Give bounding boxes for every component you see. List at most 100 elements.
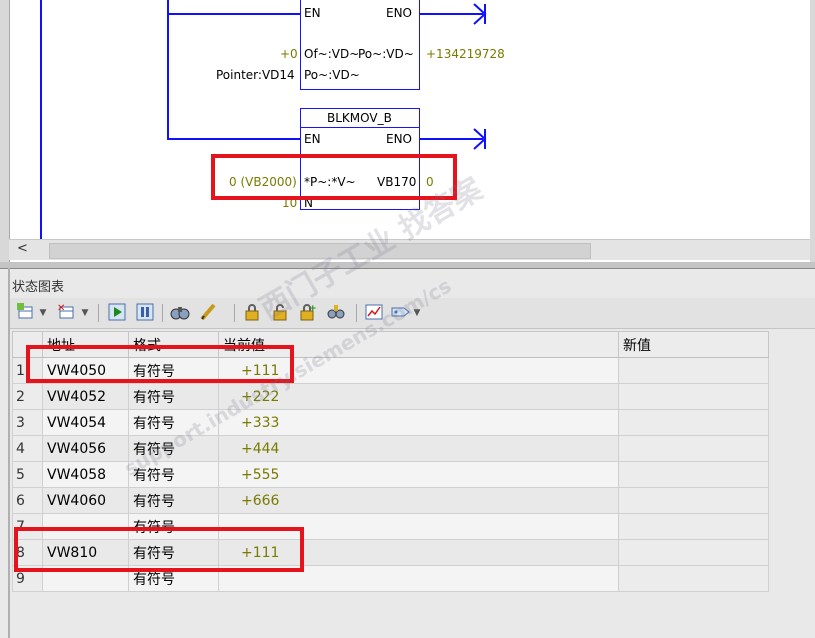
format-cell[interactable]: 有符号 [128,513,219,540]
block1-pin-po2: Po~:VD~ [304,68,360,82]
address-cell[interactable]: VW4056 [42,435,129,462]
row-number: 9 [12,565,43,592]
blkmov-output-label: VB170 [377,175,417,189]
new-value-cell[interactable] [618,565,769,592]
table-row[interactable]: 9 有符号 [12,565,769,592]
address-cell[interactable]: VW4058 [42,461,129,488]
run-icon[interactable] [107,303,127,323]
address-cell[interactable]: VW4060 [42,487,129,514]
current-value-cell [218,513,619,540]
table-header-row: 地址 格式 当前值 新值 [12,331,769,358]
blkmov-n-value: 10 [282,196,298,210]
address-cell[interactable] [42,565,129,592]
current-value-cell: +111 [218,357,619,384]
table-row[interactable]: 3 VW4054 有符号 +333 [12,409,769,436]
new-value-cell[interactable] [618,409,769,436]
format-cell[interactable]: 有符号 [128,383,219,410]
new-value-cell[interactable] [618,487,769,514]
status-chart-toolbar: ▼ ✕ ▼ + ▼ [10,298,815,329]
current-value-cell: +333 [218,409,619,436]
table-row[interactable]: 6 VW4060 有符号 +666 [12,487,769,514]
ladder-horizontal-scrollbar[interactable]: < [9,239,810,260]
current-value-cell: +222 [218,383,619,410]
blkmov-output-value: 0 [426,175,434,189]
block1-en-wire [167,13,301,15]
row-number: 4 [12,435,43,462]
row-number: 6 [12,487,43,514]
add-row-icon[interactable] [16,303,36,323]
header-current-value[interactable]: 当前值 [218,331,619,358]
new-value-cell[interactable] [618,383,769,410]
row-number: 1 [12,357,43,384]
format-cell[interactable]: 有符号 [128,409,219,436]
format-cell[interactable]: 有符号 [128,539,219,566]
unforce-all-icon[interactable] [326,303,346,323]
pane-splitter[interactable] [0,262,815,269]
add-row-dropdown-icon[interactable]: ▼ [38,303,48,323]
tag-dropdown-icon[interactable]: ▼ [412,303,422,323]
header-format[interactable]: 格式 [128,331,219,358]
block1-pin-po: Po~:VD~ [358,47,414,61]
table-row[interactable]: 7 有符号 [12,513,769,540]
block1-eno-label: ENO [386,6,413,20]
ladder-editor[interactable]: EN ENO +0 Of~:VD~ Po~:VD~ +134219728 Poi… [0,0,815,262]
delete-row-icon[interactable]: ✕ [56,303,76,323]
toolbar-separator [162,304,163,322]
format-cell[interactable]: 有符号 [128,357,219,384]
new-value-cell[interactable] [618,461,769,488]
status-chart-table: 地址 格式 当前值 新值 1 VW4050 有符号 +111 2 VW4052 … [12,331,769,592]
address-cell[interactable]: VW4052 [42,383,129,410]
table-row[interactable]: 5 VW4058 有符号 +555 [12,461,769,488]
address-cell[interactable] [42,513,129,540]
pause-icon[interactable] [135,303,155,323]
address-cell[interactable]: VW4050 [42,357,129,384]
blkmov-input-value: 0 (VB2000) [229,175,297,189]
table-row[interactable]: 2 VW4052 有符号 +222 [12,383,769,410]
power-rail [40,0,42,239]
block1-input-value: +0 [280,47,298,61]
delete-row-dropdown-icon[interactable]: ▼ [80,303,90,323]
ladder-left-gutter [0,0,10,262]
address-cell[interactable]: VW4054 [42,409,129,436]
current-value-cell [218,565,619,592]
format-cell[interactable]: 有符号 [128,435,219,462]
pencil-icon[interactable] [198,303,218,323]
block1-pin-of: Of~:VD~ [304,47,360,61]
row-number: 3 [12,409,43,436]
toolbar-separator [356,304,357,322]
tag-icon[interactable] [390,303,410,323]
block1-eno-arrow-icon [473,3,487,25]
binoculars-icon[interactable] [170,303,190,323]
format-cell[interactable]: 有符号 [128,487,219,514]
current-value-cell: +555 [218,461,619,488]
svg-text:✕: ✕ [57,303,65,314]
new-value-cell[interactable] [618,435,769,462]
table-row[interactable]: 4 VW4056 有符号 +444 [12,435,769,462]
scroll-left-button[interactable]: < [17,241,28,256]
format-cell[interactable]: 有符号 [128,461,219,488]
new-value-cell[interactable] [618,513,769,540]
status-chart-title: 状态图表 [12,280,65,295]
toolbar-separator [234,304,235,322]
blkmov-title-divider [301,127,419,128]
trend-icon[interactable] [364,303,384,323]
unlock-icon[interactable] [270,303,290,323]
scrollbar-thumb[interactable] [49,243,591,259]
row-number: 8 [12,539,43,566]
row-number: 7 [12,513,43,540]
blkmov-pin-n: N [304,196,313,210]
header-new-value[interactable]: 新值 [618,331,769,358]
block1-pointer-label: Pointer:VD14 [216,68,295,82]
table-row[interactable]: 8 VW810 有符号 +111 [12,539,769,566]
current-value-cell: +444 [218,435,619,462]
force-icon[interactable]: + [298,303,318,323]
format-cell[interactable]: 有符号 [128,565,219,592]
lock-icon[interactable] [242,303,262,323]
row-number: 5 [12,461,43,488]
new-value-cell[interactable] [618,357,769,384]
new-value-cell[interactable] [618,539,769,566]
header-address[interactable]: 地址 [42,331,129,358]
table-row[interactable]: 1 VW4050 有符号 +111 [12,357,769,384]
current-value-cell: +666 [218,487,619,514]
address-cell[interactable]: VW810 [42,539,129,566]
